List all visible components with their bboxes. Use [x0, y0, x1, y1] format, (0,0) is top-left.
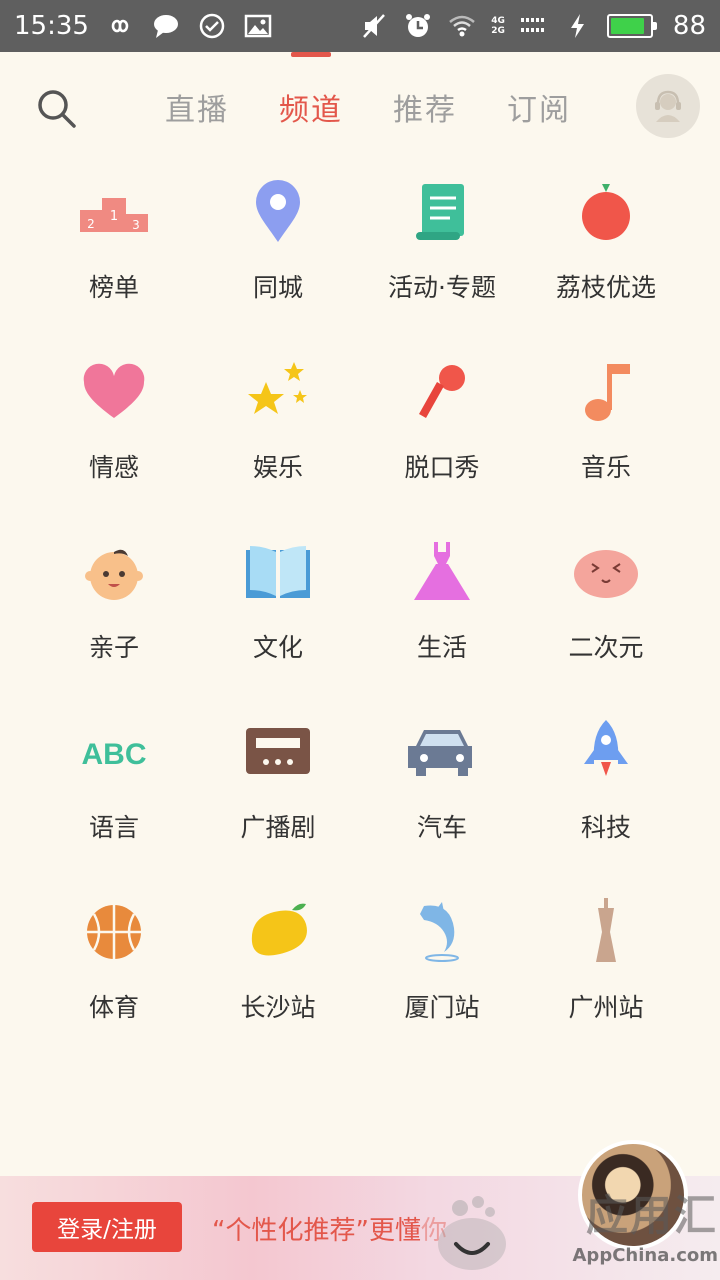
search-icon [38, 90, 76, 128]
radio-icon [242, 716, 314, 788]
channel-label: 长沙站 [240, 993, 316, 1022]
top-header: 直播 频道 推荐 订阅 [0, 52, 720, 162]
channel-music[interactable]: 音乐 [524, 350, 688, 530]
channel-label: 广州站 [568, 993, 644, 1022]
tab-bar: 直播 频道 推荐 订阅 [140, 52, 596, 162]
channel-talkshow[interactable]: 脱口秀 [360, 350, 524, 530]
smiling-bubble-mascot-icon [438, 1196, 506, 1270]
lychee-icon [570, 176, 642, 248]
channel-label: 体育 [88, 993, 139, 1022]
channel-label: 语言 [88, 813, 139, 842]
channel-label: 科技 [580, 813, 631, 842]
headphones-user-icon [655, 90, 681, 122]
network-type: 4G 2G [491, 16, 505, 36]
tab-recommend[interactable]: 推荐 [368, 52, 482, 162]
svg-text:3: 3 [132, 218, 140, 232]
dolphin-icon [406, 896, 478, 968]
channel-label: 脱口秀 [404, 453, 480, 482]
channel-tech[interactable]: 科技 [524, 710, 688, 890]
music-note-icon [570, 356, 642, 428]
tab-subscribe[interactable]: 订阅 [482, 52, 596, 162]
channel-label: 榜单 [88, 273, 139, 302]
infinity-icon [105, 11, 135, 41]
channel-label: 娱乐 [252, 453, 303, 482]
rocket-icon [570, 716, 642, 788]
battery-icon [606, 14, 657, 38]
channel-culture[interactable]: 文化 [196, 530, 360, 710]
abc-glyph: ABC [82, 738, 147, 771]
svg-text:1: 1 [110, 209, 118, 224]
charging-icon [563, 11, 593, 41]
channel-label: 厦门站 [404, 993, 480, 1022]
channel-parenting[interactable]: 亲子 [32, 530, 196, 710]
channel-label: 汽车 [416, 813, 467, 842]
channel-label: 音乐 [580, 453, 631, 482]
channel-label: 二次元 [568, 633, 644, 662]
abc-icon: ABC [78, 716, 150, 788]
chat-bubble-icon [151, 11, 181, 41]
image-icon [243, 11, 273, 41]
channel-local[interactable]: 同城 [196, 170, 360, 350]
channel-label: 亲子 [88, 633, 139, 662]
microphone-icon [406, 356, 478, 428]
channel-grid: 1 2 3 榜单 同城 活动·专题 荔枝优选 情感 娱乐 脱口秀 音乐 亲子 文化 … [32, 170, 688, 1070]
scroll-icon [406, 176, 478, 248]
basketball-icon [78, 896, 150, 968]
tab-live[interactable]: 直播 [140, 52, 254, 162]
cute-face-icon [570, 536, 642, 608]
channel-life[interactable]: 生活 [360, 530, 524, 710]
channel-language[interactable]: ABC 语言 [32, 710, 196, 890]
canton-tower-icon [570, 896, 642, 968]
status-time: 15:35 [14, 11, 89, 41]
watermark-en: AppChina.com [572, 1245, 719, 1266]
channel-ranking[interactable]: 1 2 3 榜单 [32, 170, 196, 350]
mute-icon [359, 11, 389, 41]
dress-icon [406, 536, 478, 608]
channel-events[interactable]: 活动·专题 [360, 170, 524, 350]
profile-avatar-button[interactable] [636, 74, 700, 138]
open-book-icon [242, 536, 314, 608]
channel-sports[interactable]: 体育 [32, 890, 196, 1070]
channel-lychee-picks[interactable]: 荔枝优选 [524, 170, 688, 350]
battery-level: 88 [672, 11, 706, 41]
svg-text:2: 2 [87, 217, 95, 231]
channel-changsha[interactable]: 长沙站 [196, 890, 360, 1070]
check-circle-icon [197, 11, 227, 41]
channel-guangzhou[interactable]: 广州站 [524, 890, 688, 1070]
alarm-icon [403, 11, 433, 41]
signal-icon [519, 11, 549, 41]
channel-label: 同城 [252, 273, 303, 302]
login-register-button[interactable]: 登录/注册 [32, 1202, 182, 1252]
banner-slogan-text: “个性化推荐”更懂 [212, 1216, 421, 1246]
channel-entertainment[interactable]: 娱乐 [196, 350, 360, 530]
search-button[interactable] [34, 86, 78, 130]
status-bar: 15:35 4G 2G 88 [0, 0, 720, 52]
channel-label: 活动·专题 [388, 273, 496, 302]
banner-slogan: “个性化推荐”更懂你 [212, 1210, 447, 1247]
watermark-cn: 应用汇 [585, 1191, 718, 1240]
tab-channel[interactable]: 频道 [254, 52, 368, 162]
channel-xiamen[interactable]: 厦门站 [360, 890, 524, 1070]
channel-car[interactable]: 汽车 [360, 710, 524, 890]
channel-label: 情感 [88, 453, 139, 482]
mango-icon [242, 896, 314, 968]
channel-label: 荔枝优选 [555, 273, 656, 302]
channel-radio-drama[interactable]: 广播剧 [196, 710, 360, 890]
car-icon [406, 716, 478, 788]
channel-label: 文化 [252, 633, 303, 662]
channel-acg[interactable]: 二次元 [524, 530, 688, 710]
heart-icon [78, 356, 150, 428]
stars-icon [242, 356, 314, 428]
channel-label: 广播剧 [240, 813, 316, 842]
baby-face-icon [78, 536, 150, 608]
channel-emotion[interactable]: 情感 [32, 350, 196, 530]
wifi-icon [447, 11, 477, 41]
location-pin-icon [242, 176, 314, 248]
channel-label: 生活 [416, 633, 467, 662]
appchina-watermark: 应用汇 AppChina.com [538, 1182, 719, 1278]
podium-icon: 1 2 3 [78, 176, 150, 248]
